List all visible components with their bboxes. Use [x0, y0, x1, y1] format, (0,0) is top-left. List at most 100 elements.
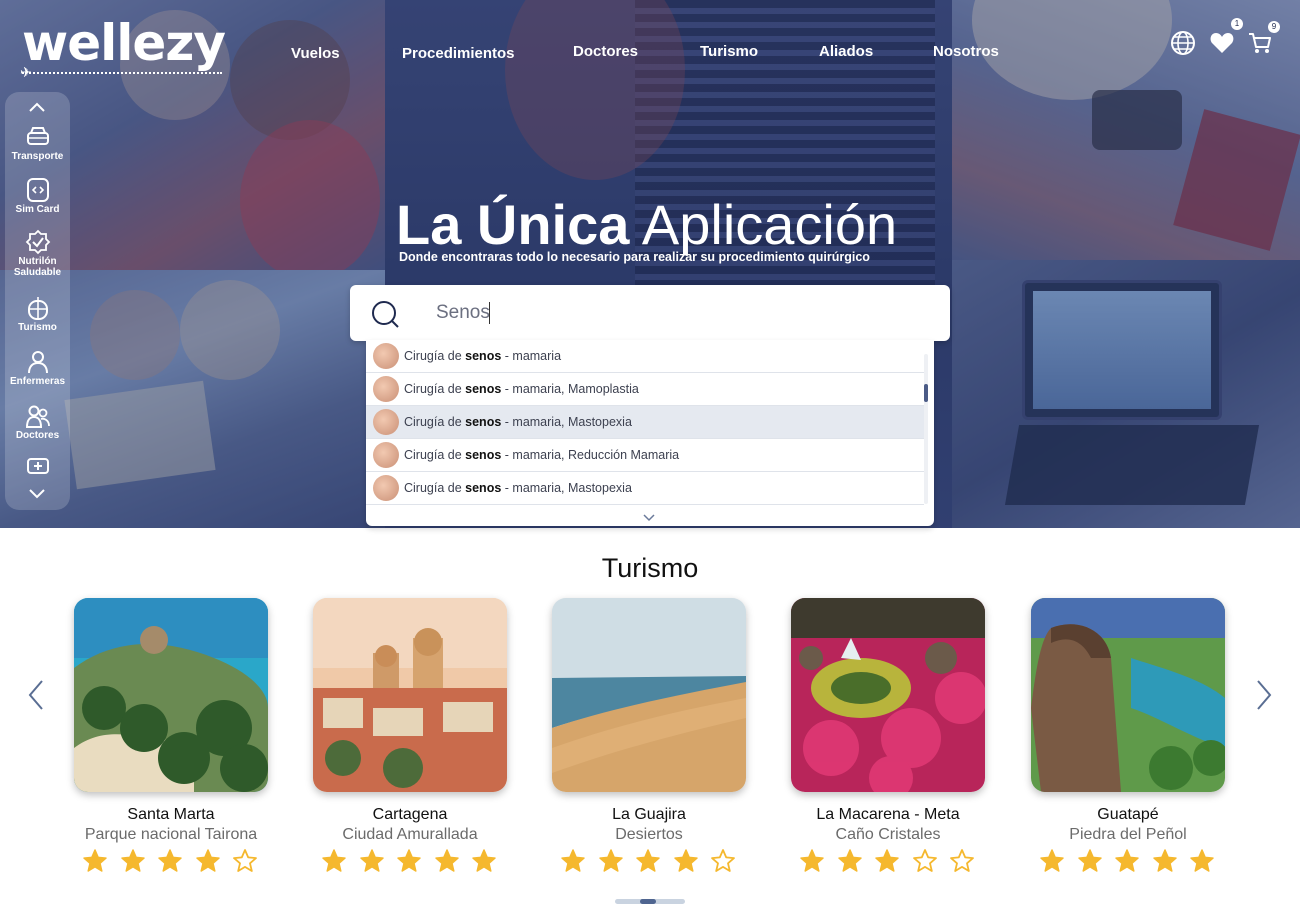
suggestion-text: Cirugía de senos - mamaria	[404, 349, 562, 363]
favorites-count-badge: 1	[1231, 18, 1243, 30]
heart-icon[interactable]	[1209, 30, 1235, 56]
suggestions-scrollbar-thumb[interactable]	[924, 384, 928, 402]
medical-kit-icon	[26, 458, 49, 474]
sidebar-item-sim-card[interactable]: Sim Card	[5, 177, 70, 215]
sidebar-item-label: Turismo	[18, 322, 57, 333]
star-filled-icon	[195, 849, 220, 872]
card-image-guatape[interactable]	[1031, 598, 1225, 792]
sidebar-item-label: Nutrilón Saludable	[13, 256, 62, 278]
star-filled-icon	[322, 849, 346, 872]
sidebar-item-label: Enfermeras	[9, 376, 66, 387]
card-image-cartagena[interactable]	[313, 598, 507, 792]
card-title: Cartagena	[372, 806, 448, 823]
nav-doctores[interactable]: Doctores	[573, 43, 638, 60]
star-filled-icon	[359, 849, 384, 872]
globe-icon[interactable]	[1170, 30, 1196, 56]
nav-turismo[interactable]: Turismo	[700, 43, 758, 60]
suggestion-item[interactable]: Cirugía de senos - mamaria, Mastopexia	[366, 472, 924, 505]
search-input[interactable]	[436, 299, 916, 327]
suggestion-thumbnail	[373, 376, 399, 402]
card-image-santa-marta[interactable]	[74, 598, 268, 792]
suggestion-thumbnail	[373, 343, 399, 369]
suggestion-item[interactable]: Cirugía de senos - mamaria, Reducción Ma…	[366, 439, 924, 472]
star-filled-icon	[636, 849, 660, 872]
cart-icon[interactable]	[1247, 30, 1273, 56]
search-suggestions: Cirugía de senos - mamaria Cirugía de se…	[366, 340, 934, 526]
star-filled-icon	[598, 849, 623, 872]
star-empty-icon	[233, 849, 257, 872]
sim-card-icon	[26, 178, 49, 202]
sidebar-item-doctores[interactable]: Doctores	[5, 403, 70, 441]
card-subtitle: Caño Cristales	[835, 826, 941, 843]
star-filled-icon	[1040, 849, 1064, 872]
suggestions-scrollbar[interactable]	[924, 354, 928, 504]
suggestion-text: Cirugía de senos - mamaria, Mastopexia	[404, 481, 632, 495]
search-bar	[350, 285, 950, 341]
star-empty-icon	[912, 849, 937, 872]
hero-title-light: Aplicación	[641, 193, 898, 256]
suggestion-text: Cirugía de senos - mamaria, Mamoplastia	[404, 382, 639, 396]
hero-title-bold: La Única	[396, 193, 630, 256]
sidebar-item-turismo[interactable]: Turismo	[5, 295, 70, 333]
hero-subtitle: Donde encontraras todo lo necesario para…	[399, 250, 870, 264]
text-caret	[489, 302, 490, 324]
suggestion-thumbnail	[373, 442, 399, 468]
nav-procedimientos[interactable]: Procedimientos	[402, 45, 515, 62]
card-rating	[799, 848, 979, 876]
card-rating	[321, 848, 501, 876]
star-filled-icon	[434, 849, 459, 872]
star-filled-icon	[1115, 849, 1139, 872]
section-title-turismo: Turismo	[601, 553, 699, 583]
side-nav: Transporte Sim Card Nutrilón Saludable T…	[5, 92, 70, 510]
card-title: La Macarena - Meta	[816, 806, 960, 823]
nav-vuelos[interactable]: Vuelos	[291, 45, 340, 62]
nav-nosotros[interactable]: Nosotros	[933, 43, 999, 60]
sidebar-item-medical-kit[interactable]	[5, 456, 70, 474]
nav-aliados[interactable]: Aliados	[819, 43, 873, 60]
suggestion-thumbnail	[373, 475, 399, 501]
carousel-next-icon[interactable]	[1254, 678, 1274, 712]
card-subtitle: Desiertos	[615, 826, 683, 843]
star-filled-icon	[1077, 849, 1102, 872]
hero-title: La Única Aplicación	[396, 192, 897, 257]
nurse-icon	[27, 351, 48, 374]
star-filled-icon	[1152, 849, 1177, 872]
card-image-la-macarena[interactable]	[791, 598, 985, 792]
star-filled-icon	[120, 849, 145, 872]
card-rating	[82, 848, 262, 876]
chevron-down-icon[interactable]	[27, 486, 47, 500]
star-empty-icon	[711, 849, 735, 872]
sidebar-item-enfermeras[interactable]: Enfermeras	[5, 349, 70, 387]
sidebar-item-nutrilon[interactable]: Nutrilón Saludable	[5, 229, 70, 278]
suggestion-item-highlighted[interactable]: Cirugía de senos - mamaria, Mastopexia	[366, 406, 924, 439]
sidebar-item-label: Sim Card	[15, 204, 60, 215]
star-filled-icon	[837, 849, 862, 872]
star-filled-icon	[158, 849, 182, 872]
card-rating	[560, 848, 740, 876]
suitcase-icon	[27, 297, 48, 320]
star-filled-icon	[472, 849, 496, 872]
chevron-up-icon[interactable]	[27, 100, 47, 114]
card-subtitle: Piedra del Peñol	[1069, 826, 1187, 843]
cart-count-badge: 9	[1268, 21, 1280, 33]
search-icon[interactable]	[370, 299, 400, 329]
main-nav: Vuelos Procedimientos Doctores Turismo A…	[0, 43, 1300, 63]
chevron-down-icon[interactable]	[642, 512, 656, 522]
suggestion-text: Cirugía de senos - mamaria, Mastopexia	[404, 415, 632, 429]
sidebar-item-transporte[interactable]: Transporte	[5, 124, 70, 162]
star-filled-icon	[1190, 849, 1214, 872]
suggestion-thumbnail	[373, 409, 399, 435]
doctors-icon	[25, 405, 50, 428]
card-title: Santa Marta	[127, 806, 215, 823]
suggestion-item[interactable]: Cirugía de senos - mamaria, Mamoplastia	[366, 373, 924, 406]
card-title: La Guajira	[612, 806, 686, 823]
carousel-prev-icon[interactable]	[26, 678, 46, 712]
suggestion-item[interactable]: Cirugía de senos - mamaria	[366, 340, 924, 373]
star-empty-icon	[950, 849, 974, 872]
star-filled-icon	[800, 849, 824, 872]
star-filled-icon	[561, 849, 585, 872]
badge-check-icon	[25, 229, 50, 255]
card-image-la-guajira[interactable]	[552, 598, 746, 792]
card-title: Guatapé	[1097, 806, 1159, 823]
logo-dotted-line	[22, 72, 222, 74]
